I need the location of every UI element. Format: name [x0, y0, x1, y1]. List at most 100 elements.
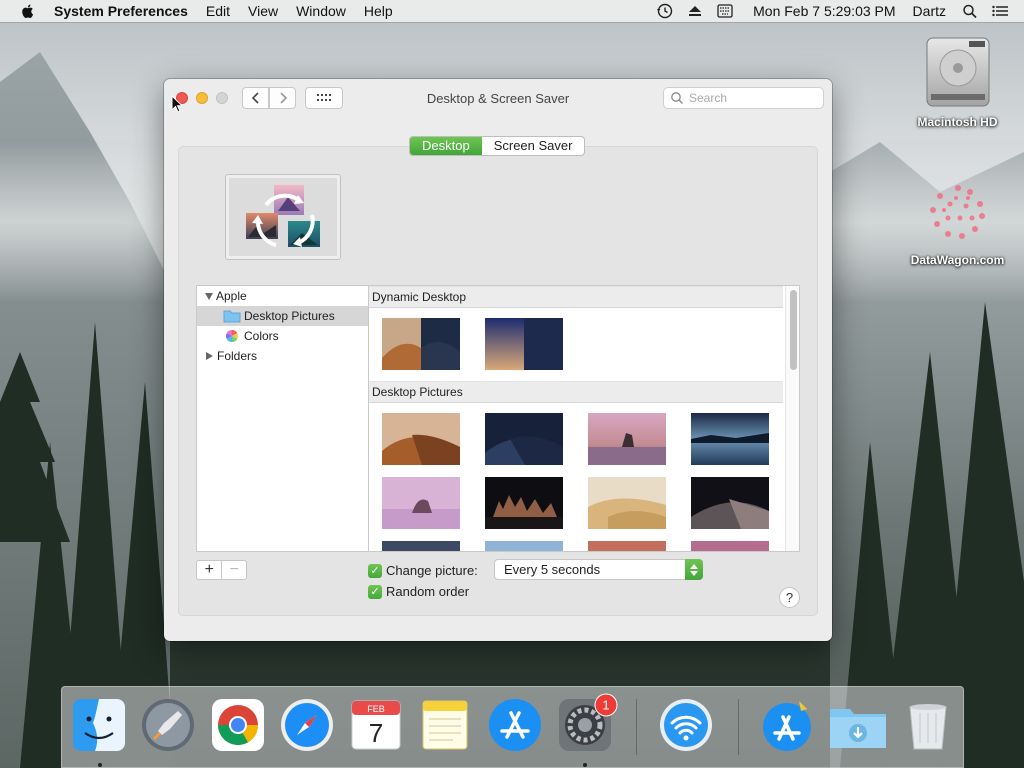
desktop-icon-macintosh-hd[interactable]: Macintosh HD — [905, 32, 1010, 129]
add-remove-control: + − — [196, 560, 247, 580]
thumbnail-night-rocks[interactable] — [485, 477, 563, 529]
app-store-downloads-icon[interactable] — [759, 697, 815, 753]
thumbnail-mojave-day[interactable] — [382, 413, 460, 465]
rotating-pictures-icon — [246, 185, 320, 247]
interval-value: Every 5 seconds — [504, 562, 601, 577]
sidebar-item-folders[interactable]: Folders — [197, 346, 368, 366]
search-field[interactable]: Search — [663, 87, 824, 109]
sidebar-item-apple[interactable]: Apple — [197, 286, 368, 306]
menu-bar: System Preferences Edit View Window Help… — [0, 0, 1024, 22]
notification-badge: 1 — [594, 693, 618, 717]
wireless-diagnostics-icon[interactable] — [658, 697, 714, 753]
scrollbar-knob[interactable] — [790, 290, 797, 370]
section-header-desktop-pictures: Desktop Pictures — [369, 381, 783, 403]
thumbnail-row3-4[interactable] — [691, 541, 769, 552]
show-all-button[interactable] — [305, 87, 343, 109]
checkmark-icon[interactable]: ✓ — [368, 563, 382, 578]
thumbnail-pink-lake[interactable] — [382, 477, 460, 529]
downloads-folder-icon[interactable] — [827, 697, 889, 753]
thumbnail-rock-lake[interactable] — [588, 413, 666, 465]
chevron-right-icon — [279, 92, 287, 104]
change-interval-popup[interactable]: Every 5 seconds — [494, 559, 703, 580]
random-order-label: Random order — [386, 584, 470, 599]
tab-screen-saver[interactable]: Screen Saver — [482, 137, 585, 155]
tab-desktop[interactable]: Desktop — [410, 137, 482, 155]
calendar-month: FEB — [367, 704, 385, 714]
running-indicator — [583, 763, 587, 767]
change-picture-checkbox[interactable]: ✓ Change picture: — [368, 563, 478, 578]
thumbnail-row3-2[interactable] — [485, 541, 563, 552]
checkmark-icon[interactable]: ✓ — [368, 584, 382, 599]
sidebar-item-label: Folders — [217, 349, 258, 363]
thumbnail-row3-3[interactable] — [588, 541, 666, 552]
section-header-dynamic-desktop: Dynamic Desktop — [369, 286, 783, 308]
eject-icon[interactable] — [685, 3, 705, 19]
sidebar-item-colors[interactable]: Colors — [197, 326, 368, 346]
apple-menu-icon[interactable] — [19, 2, 37, 20]
desktop-screen-saver-window: Desktop & Screen Saver Search Desktop Sc… — [164, 79, 832, 641]
menu-help[interactable]: Help — [364, 3, 393, 19]
window-title: Desktop & Screen Saver — [426, 91, 570, 106]
back-button[interactable] — [242, 87, 269, 109]
remove-folder-button[interactable]: − — [221, 561, 246, 579]
badge-count: 1 — [602, 698, 609, 713]
thumbnail-solar-gradients[interactable] — [485, 318, 563, 370]
thumbnail-blue-coast[interactable] — [691, 413, 769, 465]
menu-view[interactable]: View — [248, 3, 278, 19]
desktop-icon-label: DataWagon.com — [910, 253, 1005, 267]
tab-control: Desktop Screen Saver — [409, 136, 586, 156]
thumbnail-row3-1[interactable] — [382, 541, 460, 552]
thumbnail-mojave-night[interactable] — [485, 413, 563, 465]
grid-icon — [317, 94, 331, 101]
list-icon[interactable] — [990, 3, 1010, 19]
thumbnail-mojave-dynamic[interactable] — [382, 318, 460, 370]
magnifier-icon[interactable] — [960, 3, 980, 19]
menu-edit[interactable]: Edit — [206, 3, 230, 19]
safari-icon[interactable] — [279, 697, 335, 753]
thumbnail-dark-dune[interactable] — [691, 477, 769, 529]
app-store-icon[interactable] — [487, 697, 543, 753]
change-picture-label: Change picture: — [386, 563, 478, 578]
dock: FEB 7 1 — [61, 686, 964, 768]
mouse-cursor-icon — [171, 95, 183, 113]
calendar-day: 7 — [369, 718, 383, 748]
finder-icon[interactable] — [71, 697, 127, 753]
hard-drive-icon — [926, 37, 989, 107]
sidebar-item-desktop-pictures[interactable]: Desktop Pictures — [197, 306, 368, 326]
menu-user[interactable]: Dartz — [913, 3, 946, 19]
sidebar-item-label: Desktop Pictures — [244, 309, 335, 323]
forward-button[interactable] — [269, 87, 296, 109]
trash-icon[interactable] — [900, 697, 956, 753]
launchpad-icon[interactable] — [140, 697, 196, 753]
minimize-button[interactable] — [196, 92, 208, 104]
disclosure-down-icon[interactable] — [205, 292, 213, 300]
help-button[interactable]: ? — [779, 587, 800, 608]
menu-clock[interactable]: Mon Feb 7 5:29:03 PM — [753, 3, 895, 19]
chrome-icon[interactable] — [210, 697, 266, 753]
disclosure-right-icon[interactable] — [206, 352, 213, 360]
picture-gallery: Dynamic Desktop Desktop Pictures — [368, 285, 800, 552]
desktop-icon-datawagon[interactable]: DataWagon.com — [900, 174, 1015, 267]
sidebar-item-label: Colors — [244, 329, 279, 343]
keyboard-viewer-icon[interactable] — [715, 3, 735, 19]
add-folder-button[interactable]: + — [197, 561, 221, 579]
sidebar-item-label: Apple — [216, 289, 247, 303]
folder-icon — [223, 310, 241, 323]
current-picture-preview[interactable] — [225, 174, 341, 260]
source-list: Apple Desktop Pictures Colors Folders — [196, 285, 368, 552]
menu-app-name[interactable]: System Preferences — [54, 3, 188, 19]
desktop-icon-label: Macintosh HD — [917, 115, 998, 129]
running-indicator — [98, 763, 102, 767]
time-machine-icon[interactable] — [655, 3, 675, 19]
zoom-button — [216, 92, 228, 104]
gallery-scrollbar[interactable] — [785, 286, 799, 551]
random-order-checkbox[interactable]: ✓ Random order — [368, 584, 469, 599]
notes-icon[interactable] — [417, 697, 473, 753]
window-titlebar[interactable]: Desktop & Screen Saver Search — [164, 79, 832, 117]
search-placeholder: Search — [689, 91, 728, 105]
dock-separator — [636, 699, 637, 755]
dock-separator — [738, 699, 739, 755]
thumbnail-sand-dunes[interactable] — [588, 477, 666, 529]
calendar-icon[interactable]: FEB 7 — [348, 697, 404, 753]
menu-window[interactable]: Window — [296, 3, 346, 19]
